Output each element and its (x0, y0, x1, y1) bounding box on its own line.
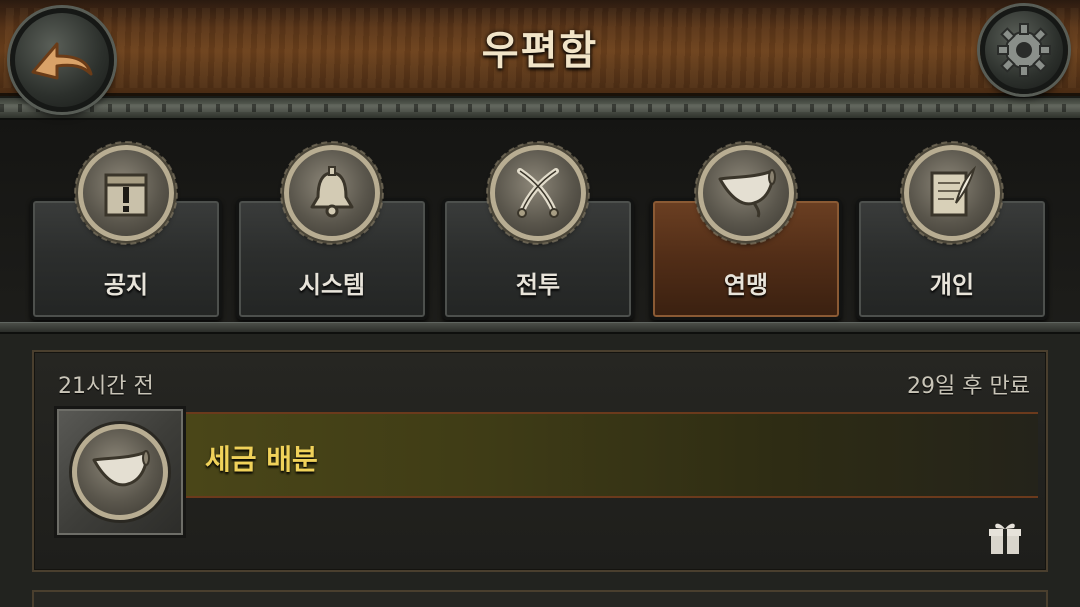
settings-button[interactable] (980, 6, 1068, 94)
horn-icon (72, 424, 168, 520)
tab-label: 연맹 (723, 271, 769, 299)
mail-thumbnail (54, 406, 186, 538)
header-frame (0, 96, 1080, 120)
tab-label: 전투 (515, 271, 561, 299)
back-button[interactable] (10, 8, 114, 112)
page-title: 우편함 (481, 28, 599, 74)
back-arrow-icon (31, 42, 93, 80)
tab-label: 시스템 (298, 271, 366, 299)
letter-quill-icon (900, 141, 1004, 245)
tab-label: 개인 (929, 271, 975, 299)
crossed-swords-icon (486, 141, 590, 245)
gear-icon (997, 23, 1051, 77)
header-bar: 우편함 (0, 0, 1080, 96)
mail-item[interactable] (32, 590, 1048, 607)
bell-icon (280, 141, 384, 245)
gift-icon (988, 520, 1022, 556)
notice-chest-icon (74, 141, 178, 245)
tab-label: 공지 (103, 271, 149, 299)
section-divider (0, 322, 1080, 334)
mail-received-time: 21시간 전 (58, 374, 154, 399)
horn-icon (694, 141, 798, 245)
mail-subject: 세금 배분 (205, 443, 318, 476)
mail-expiry: 29일 후 만료 (907, 374, 1030, 399)
